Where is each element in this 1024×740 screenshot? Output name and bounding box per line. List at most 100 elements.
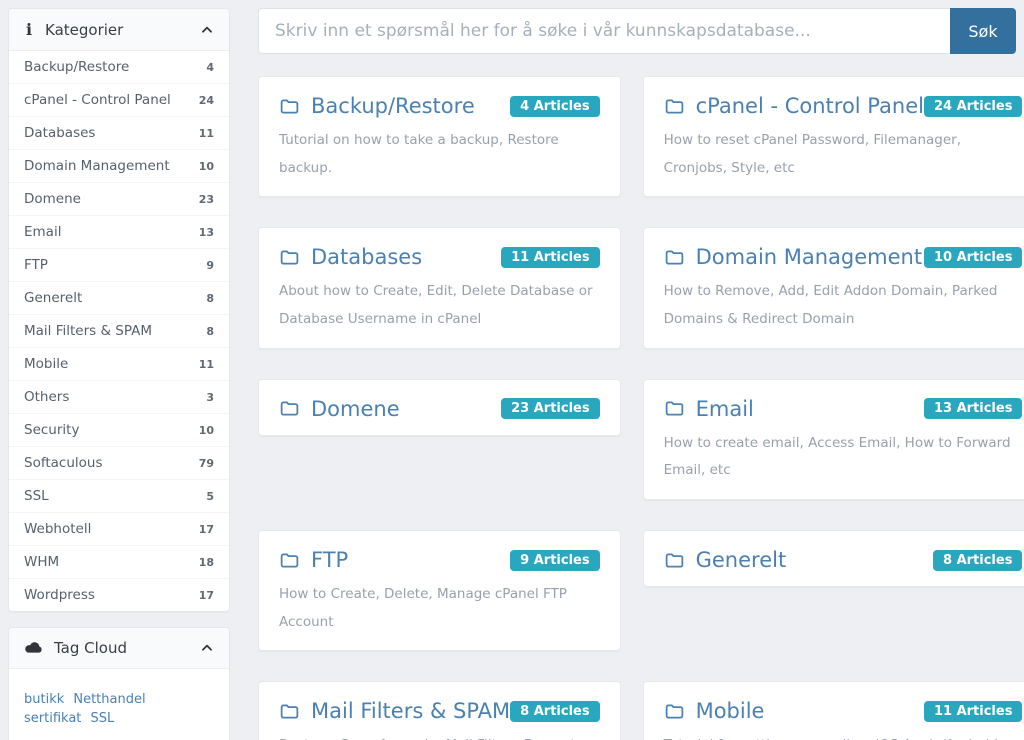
sidebar-category-item[interactable]: Email 13: [9, 216, 229, 249]
categories-panel-title: Kategorier: [45, 20, 124, 39]
category-card-title[interactable]: Generelt: [696, 548, 787, 572]
article-count-badge: 11 Articles: [501, 246, 600, 268]
category-card[interactable]: Domain Management 10 Articles How to Rem…: [642, 227, 1024, 349]
category-list: Backup/Restore 4 cPanel - Control Panel …: [9, 51, 229, 611]
article-count-badge: 24 Articles: [923, 95, 1023, 117]
folder-icon: [664, 96, 685, 117]
category-card-title[interactable]: Databases: [311, 245, 422, 269]
category-card-description: How to reset cPanel Password, Filemanage…: [663, 132, 961, 176]
category-card-description: How to create email, Access Email, How t…: [663, 434, 1011, 479]
category-card[interactable]: Backup/Restore 4 Articles Tutorial on ho…: [258, 76, 621, 198]
category-card[interactable]: cPanel - Control Panel 24 Articles How t…: [642, 76, 1024, 198]
sidebar-category-label: Mobile: [24, 356, 69, 372]
category-card-header: Mobile 11 Articles: [664, 699, 1023, 723]
sidebar-category-item[interactable]: WHM 18: [9, 546, 229, 579]
sidebar-category-item[interactable]: cPanel - Control Panel 24: [9, 84, 229, 117]
sidebar-category-count: 10: [198, 423, 214, 437]
sidebar-category-label: Email: [24, 224, 62, 240]
sidebar-category-item[interactable]: SSL 5: [9, 480, 229, 513]
category-card[interactable]: Domene 23 Articles: [258, 378, 621, 436]
sidebar-category-count: 4: [206, 60, 214, 74]
folder-icon: [279, 398, 300, 419]
sidebar-category-item[interactable]: Webhotell 17: [9, 513, 229, 546]
sidebar-category-label: Backup/Restore: [24, 59, 130, 75]
tag-cloud-panel: Tag Cloud butikk Netthandel sertifikat S…: [8, 627, 230, 740]
tag-cloud-link[interactable]: sertifikat: [24, 711, 81, 726]
sidebar-category-item[interactable]: Generelt 8: [9, 282, 229, 315]
article-count-badge: 4 Articles: [510, 95, 600, 117]
category-card-title[interactable]: FTP: [311, 548, 348, 572]
sidebar-category-item[interactable]: Domene 23: [9, 183, 229, 216]
category-card-title[interactable]: Backup/Restore: [311, 94, 475, 118]
sidebar-category-item[interactable]: Mail Filters & SPAM 8: [9, 315, 229, 348]
sidebar-category-item[interactable]: Softaculous 79: [9, 447, 229, 480]
folder-icon: [664, 701, 685, 722]
category-card-description: Tutorial on how to take a backup, Restor…: [279, 132, 559, 176]
sidebar-category-count: 24: [198, 93, 214, 107]
category-card-title[interactable]: Domene: [311, 397, 400, 421]
chevron-up-icon[interactable]: [200, 641, 214, 655]
sidebar-category-label: Domene: [24, 191, 81, 207]
search-input[interactable]: [258, 8, 950, 54]
sidebar-category-item[interactable]: Security 10: [9, 414, 229, 447]
sidebar-category-count: 18: [198, 555, 214, 569]
category-card[interactable]: Databases 11 Articles About how to Creat…: [258, 227, 621, 349]
sidebar-category-count: 79: [198, 456, 214, 470]
article-count-badge: 9 Articles: [510, 549, 600, 571]
sidebar-category-item[interactable]: Backup/Restore 4: [9, 51, 229, 84]
category-card-title[interactable]: Mobile: [696, 699, 765, 723]
category-card-title[interactable]: Domain Management: [696, 245, 923, 269]
category-card-description: How to Create, Delete, Manage cPanel FTP…: [279, 586, 567, 630]
folder-icon: [279, 550, 300, 571]
categories-panel-header[interactable]: i Kategorier: [9, 9, 229, 51]
sidebar-category-count: 17: [198, 588, 214, 602]
sidebar-category-label: Security: [24, 422, 80, 438]
sidebar-category-item[interactable]: FTP 9: [9, 249, 229, 282]
sidebar-category-item[interactable]: Mobile 11: [9, 348, 229, 381]
page: i Kategorier Backup/Restore 4 cPanel - C…: [0, 0, 1024, 740]
sidebar-category-label: Wordpress: [24, 587, 95, 603]
article-count-badge: 10 Articles: [923, 246, 1023, 268]
sidebar-category-item[interactable]: Domain Management 10: [9, 150, 229, 183]
article-count-badge: 11 Articles: [923, 700, 1023, 722]
sidebar-category-label: Generelt: [24, 290, 83, 306]
tag-cloud-panel-header[interactable]: Tag Cloud: [9, 628, 229, 669]
category-card[interactable]: Email 13 Articles How to create email, A…: [642, 378, 1024, 501]
category-card-description: Boxtrap, SpamAssassin, Mail Filter - Pre…: [279, 732, 600, 740]
search-button[interactable]: Søk: [950, 8, 1016, 54]
sidebar-category-count: 3: [206, 390, 214, 404]
tag-cloud-link[interactable]: butikk: [24, 692, 64, 707]
sidebar-category-item[interactable]: Wordpress 17: [9, 579, 229, 611]
folder-icon: [279, 701, 300, 722]
folder-icon: [279, 96, 300, 117]
folder-icon: [664, 247, 685, 268]
folder-icon: [279, 247, 300, 268]
sidebar-category-count: 5: [206, 489, 214, 503]
category-card-description: Tutorial for setting up email on iOS App…: [664, 732, 1023, 740]
tag-cloud-link[interactable]: SSL: [90, 711, 114, 726]
tag-cloud-body: butikk Netthandel sertifikat SSL: [9, 669, 229, 740]
search-bar: Søk: [258, 8, 1016, 54]
sidebar-category-label: SSL: [24, 488, 49, 504]
cloud-icon: [24, 641, 43, 655]
sidebar-category-item[interactable]: Others 3: [9, 381, 229, 414]
sidebar-category-count: 13: [198, 225, 214, 239]
sidebar-category-label: cPanel - Control Panel: [24, 92, 171, 108]
category-card-title[interactable]: cPanel - Control Panel: [696, 94, 924, 118]
sidebar-category-item[interactable]: Databases 11: [9, 117, 229, 150]
sidebar: i Kategorier Backup/Restore 4 cPanel - C…: [8, 8, 230, 740]
category-card-description: About how to Create, Edit, Delete Databa…: [279, 283, 593, 328]
category-card-header: Generelt 8 Articles: [664, 548, 1023, 572]
category-card-title[interactable]: Email: [696, 397, 754, 421]
category-card[interactable]: Mobile 11 Articles Tutorial for setting …: [642, 681, 1024, 740]
category-card-description: How to Remove, Add, Edit Addon Domain, P…: [663, 283, 998, 328]
category-card-title[interactable]: Mail Filters & SPAM: [311, 699, 510, 723]
sidebar-category-count: 17: [198, 522, 214, 536]
tag-cloud-link[interactable]: Netthandel: [73, 692, 145, 707]
category-card-header: Backup/Restore 4 Articles: [279, 94, 600, 118]
category-card[interactable]: Generelt 8 Articles: [642, 530, 1024, 588]
chevron-up-icon[interactable]: [200, 23, 214, 37]
category-card[interactable]: Mail Filters & SPAM 8 Articles Boxtrap, …: [258, 681, 621, 740]
category-card[interactable]: FTP 9 Articles How to Create, Delete, Ma…: [258, 530, 621, 652]
category-card-header: Domene 23 Articles: [279, 397, 600, 421]
